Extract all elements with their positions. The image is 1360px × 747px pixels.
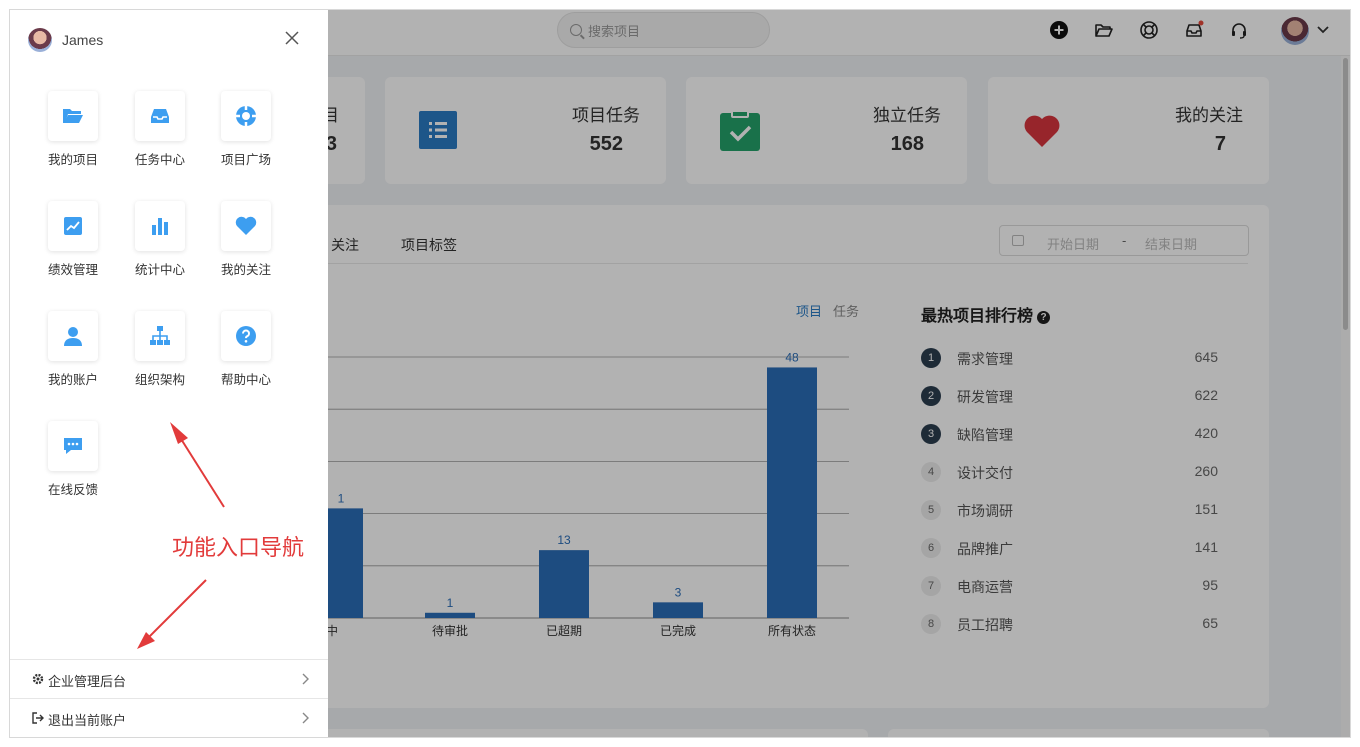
nav-label: 在线反馈	[47, 483, 98, 497]
question-icon	[236, 326, 256, 346]
user-name: James	[62, 32, 104, 48]
nav-label: 绩效管理	[47, 263, 98, 277]
nav-my-projects[interactable]: 我的项目	[33, 91, 113, 168]
nav-label: 组织架构	[134, 373, 185, 387]
user-icon	[64, 327, 82, 346]
avatar	[28, 28, 52, 52]
folder-open-icon	[63, 109, 83, 123]
chevron-right-icon	[302, 673, 309, 685]
nav-label: 帮助中心	[220, 373, 271, 387]
nav-label: 我的关注	[220, 263, 271, 277]
nav-performance[interactable]: 绩效管理	[33, 201, 113, 278]
nav-feedback[interactable]: 在线反馈	[33, 421, 113, 498]
drawer-user: James	[28, 28, 103, 52]
nav-statistics[interactable]: 统计中心	[120, 201, 200, 278]
nav-my-follows[interactable]: 我的关注	[206, 201, 286, 278]
app-window: 搜索项目 项目 3 项目任务 552 独立任务 168 我	[10, 10, 1350, 737]
chevron-right-icon	[302, 712, 309, 724]
sitemap-icon	[150, 326, 170, 345]
heart-icon	[235, 216, 257, 235]
nav-project-plaza[interactable]: 项目广场	[206, 91, 286, 168]
nav-help-center[interactable]: 帮助中心	[206, 311, 286, 388]
bar-chart-icon	[152, 218, 168, 235]
compass-icon	[236, 106, 256, 126]
inbox-icon	[151, 109, 169, 123]
nav-task-center[interactable]: 任务中心	[120, 91, 200, 168]
gear-icon	[32, 673, 44, 685]
logout-label: 退出当前账户	[48, 713, 127, 728]
line-chart-icon	[64, 217, 82, 235]
logout-link[interactable]: 退出当前账户	[10, 698, 328, 737]
comment-icon	[64, 438, 82, 454]
enterprise-admin-label: 企业管理后台	[48, 674, 127, 689]
nav-label: 统计中心	[134, 263, 185, 277]
sign-out-icon	[32, 712, 44, 724]
nav-label: 任务中心	[134, 153, 185, 167]
nav-drawer: James 我的项目 任务中心 项目广场 绩效管理 统计中心 我的关注 我的账户…	[10, 10, 328, 737]
nav-label: 我的账户	[47, 373, 98, 387]
annotation-text: 功能入口导航	[172, 535, 305, 560]
enterprise-admin-link[interactable]: 企业管理后台	[10, 659, 328, 698]
nav-label: 我的项目	[47, 153, 98, 167]
nav-label: 项目广场	[220, 153, 271, 167]
nav-my-account[interactable]: 我的账户	[33, 311, 113, 388]
nav-org-structure[interactable]: 组织架构	[120, 311, 200, 388]
close-icon[interactable]	[285, 31, 299, 45]
